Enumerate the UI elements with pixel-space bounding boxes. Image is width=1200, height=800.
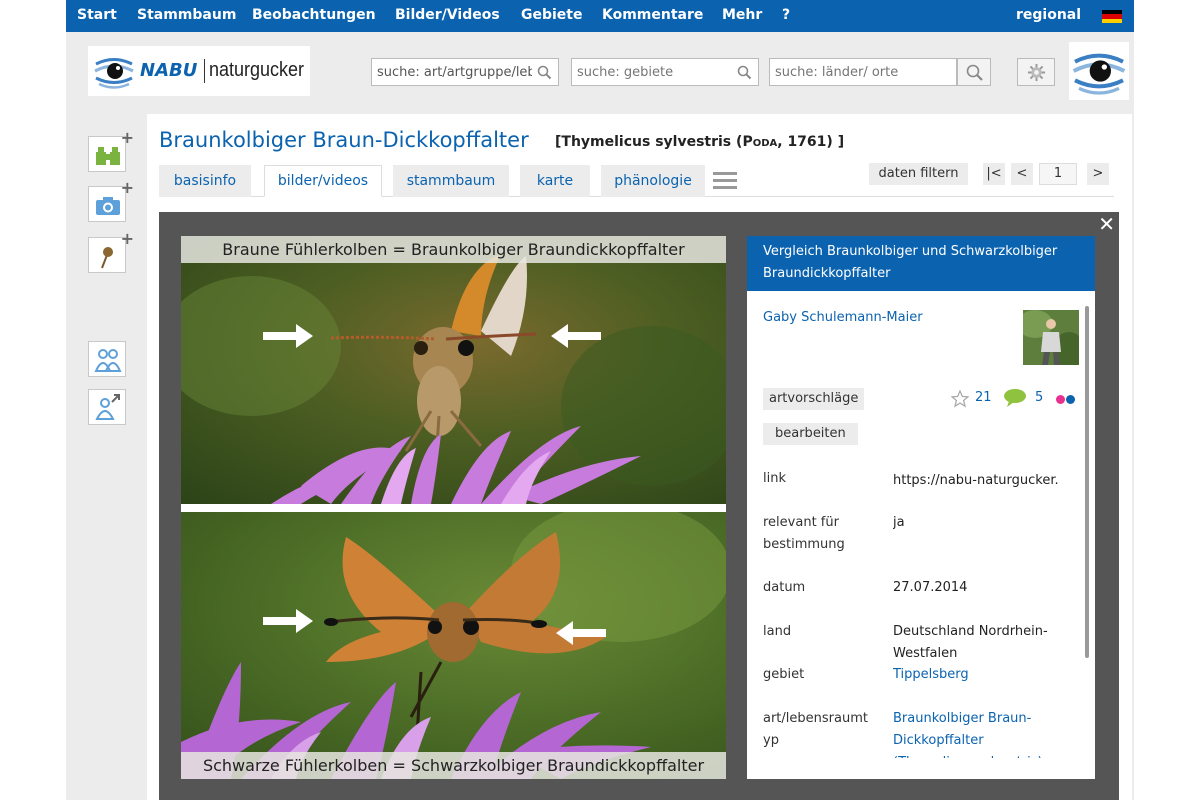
nav-start[interactable]: Start [77,0,117,32]
users-icon [94,349,122,372]
sci-author: Poda [742,134,778,150]
star-icon[interactable] [951,390,969,408]
search-icon [966,64,983,81]
caption-brown-antennae: Braune Fühlerkolben = Braunkolbiger Brau… [181,236,726,263]
sci-name: Thymelicus sylvestris [561,134,732,150]
search-gebiete-field[interactable] [571,58,759,86]
row-label-relevant: relevant für bestimmung [763,515,845,552]
plus-icon: + [120,128,134,147]
nav-beobachtungen[interactable]: Beobachtungen [252,0,376,32]
avatar-photo [1023,310,1079,365]
gear-icon [1027,63,1046,82]
row-label-art: art/lebensraumtyp [763,711,868,748]
nav-stammbaum[interactable]: Stammbaum [137,0,236,32]
nav-kommentare[interactable]: Kommentare [602,0,703,32]
nav-regional[interactable]: regional [1016,0,1081,32]
tab-phaenologie[interactable]: phänologie [601,165,705,197]
row-value-gebiet[interactable]: Tippelsberg [893,664,1063,686]
image-title: Vergleich Braunkolbiger und Schwarzkolbi… [747,236,1095,291]
row-value-relevant: ja [893,515,905,530]
plus-icon: + [120,229,134,248]
german-flag-icon[interactable] [1102,10,1122,23]
image-viewer: ✕ Braune Fühlerkolben = Braunkolbiger Br… [159,212,1119,800]
tab-bilder-videos[interactable]: bilder/videos [264,165,382,197]
header: NABU naturgucker [66,32,1134,108]
author-avatar[interactable] [1023,310,1079,365]
comment-icon[interactable] [1003,388,1029,408]
add-observation-button[interactable]: + [88,130,134,172]
row-value-link[interactable]: https://nabu-naturgucker.de [893,470,1058,492]
camera-icon [96,197,120,215]
nav-mehr[interactable]: Mehr [722,0,762,32]
top-navigation: Start Stammbaum Beobachtungen Bilder/Vid… [66,0,1134,32]
logo-nabu-text: NABU [140,60,198,81]
search-icon[interactable] [537,65,552,80]
row-label-link: link [763,471,786,486]
settings-button[interactable] [1017,58,1055,86]
user-profile-button[interactable] [88,389,126,425]
map-pin-icon [101,247,113,269]
add-photo-button[interactable]: + [88,180,134,222]
row-label-land: land [763,624,792,639]
tab-basisinfo[interactable]: basisinfo [159,165,251,197]
sci-year: , 1761) [777,134,833,150]
star-count: 21 [975,390,992,405]
filter-data-button[interactable]: daten filtern [869,163,968,185]
sci-bracket-close: ] [837,134,845,150]
caption-black-antennae: Schwarze Fühlerkolben = Schwarzkolbiger … [181,752,726,779]
main-panel: Braunkolbiger Braun-Dickkopffalter [Thym… [147,114,1132,800]
photo-top-half: Braune Fühlerkolben = Braunkolbiger Brau… [181,236,726,504]
share-flickr-dot-icon[interactable] [1066,395,1075,404]
tab-karte[interactable]: karte [520,165,590,197]
page-title: Braunkolbiger Braun-Dickkopffalter [159,128,529,152]
naturgucker-eye-logo[interactable] [1069,42,1129,100]
binoculars-icon [96,147,120,165]
row-label-gebiet: gebiet [763,667,805,682]
pager-next-button[interactable]: > [1087,163,1109,185]
search-laender-field[interactable] [769,58,957,86]
logo-naturgucker-text: naturgucker [209,59,305,81]
search-art-input[interactable] [372,59,558,85]
row-value-datum: 27.07.2014 [893,580,968,595]
nav-help[interactable]: ? [782,0,790,32]
photo-bottom-half: Schwarze Fühlerkolben = Schwarzkolbiger … [181,502,726,779]
artvorschlaege-button[interactable]: artvorschläge [763,388,865,410]
community-button[interactable] [88,341,126,377]
tab-stammbaum[interactable]: stammbaum [393,165,509,197]
row-value-art[interactable]: Braunkolbiger Braun-Dickkopffalter (Thym… [893,708,1063,758]
pager-page-field[interactable]: 1 [1039,163,1077,185]
nav-gebiete[interactable]: Gebiete [521,0,583,32]
pager-first-button[interactable]: |< [983,163,1005,185]
eye-logo-icon [1072,53,1126,95]
info-scrollbar[interactable] [1085,306,1089,658]
comment-count: 5 [1035,390,1044,405]
close-icon[interactable]: ✕ [1098,214,1115,234]
search-laender-input[interactable] [770,59,956,85]
butterfly-black-antennae-image [181,502,726,779]
butterfly-brown-antennae-image [181,236,726,504]
nav-bilder-videos[interactable]: Bilder/Videos [395,0,500,32]
row-label-datum: datum [763,580,806,595]
plus-icon: + [120,178,134,197]
nabu-naturgucker-logo[interactable]: NABU naturgucker [88,46,310,96]
scientific-name: [Thymelicus sylvestris (Poda, 1761) ] [555,134,844,150]
author-link[interactable]: Gaby Schulemann-Maier [763,310,923,325]
more-tabs-menu-icon[interactable] [713,172,737,190]
search-button[interactable] [957,58,991,86]
eye-logo-icon [94,52,134,90]
pager-prev-button[interactable]: < [1011,163,1033,185]
logo-separator [204,59,205,83]
image-info-panel: Vergleich Braunkolbiger und Schwarzkolbi… [747,236,1095,779]
search-icon[interactable] [737,65,752,80]
butterfly-comparison-photo[interactable]: Braune Fühlerkolben = Braunkolbiger Brau… [181,236,726,779]
row-value-land: Deutschland Nordrhein-Westfalen [893,624,1048,661]
edit-button[interactable]: bearbeiten [763,423,858,445]
add-location-button[interactable]: + [88,231,134,273]
user-arrow-icon [95,394,120,420]
page: Start Stammbaum Beobachtungen Bilder/Vid… [66,0,1134,800]
share-flickr-dot-icon[interactable] [1056,395,1065,404]
photo-divider [181,504,726,512]
search-art-field[interactable] [371,58,559,86]
search-gebiete-input[interactable] [572,59,758,85]
